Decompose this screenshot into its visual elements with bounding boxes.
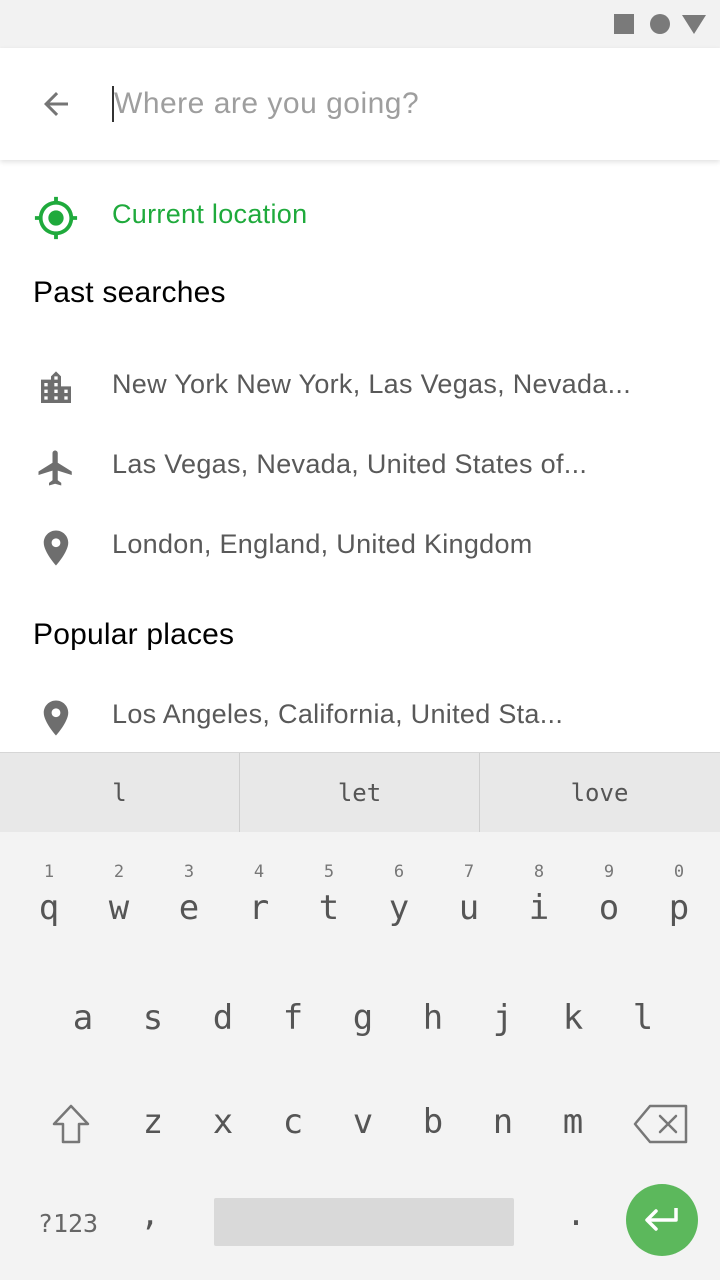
key-b[interactable]: b bbox=[398, 1082, 468, 1162]
past-search-label: New York New York, Las Vegas, Nevada... bbox=[112, 369, 632, 399]
suggestions-list: Current location Past searches New York … bbox=[0, 160, 720, 752]
key-char: y bbox=[388, 888, 410, 928]
symbols-key[interactable]: ?123 bbox=[20, 1194, 116, 1254]
key-z[interactable]: z bbox=[118, 1082, 188, 1162]
popular-places-heading: Popular places bbox=[33, 618, 235, 651]
home-icon bbox=[650, 14, 670, 34]
key-char: e bbox=[178, 888, 200, 928]
my-location-icon bbox=[32, 194, 80, 242]
key-t[interactable]: 5t bbox=[294, 832, 364, 928]
key-r[interactable]: 4r bbox=[224, 832, 294, 928]
key-hint: 9 bbox=[603, 862, 615, 882]
status-bar bbox=[0, 0, 720, 48]
key-q[interactable]: 1q bbox=[14, 832, 84, 928]
key-hint: 6 bbox=[393, 862, 405, 882]
city-icon bbox=[32, 364, 80, 412]
enter-arrow-icon bbox=[645, 1208, 678, 1231]
key-s[interactable]: s bbox=[118, 978, 188, 1058]
search-input[interactable] bbox=[110, 76, 674, 132]
popular-place-label: Los Angeles, California, United Sta... bbox=[112, 699, 564, 729]
key-char: p bbox=[668, 888, 690, 928]
search-header bbox=[0, 48, 720, 160]
suggestion-chip[interactable]: love bbox=[480, 753, 719, 833]
key-c[interactable]: c bbox=[258, 1082, 328, 1162]
key-char: u bbox=[458, 888, 480, 928]
airplane-icon bbox=[32, 444, 80, 492]
key-char: q bbox=[38, 888, 60, 928]
key-char: r bbox=[248, 888, 270, 928]
key-y[interactable]: 6y bbox=[364, 832, 434, 928]
current-location-row[interactable]: Current location bbox=[0, 174, 720, 254]
text-cursor bbox=[112, 86, 114, 122]
key-g[interactable]: g bbox=[328, 978, 398, 1058]
key-n[interactable]: n bbox=[468, 1082, 538, 1162]
key-j[interactable]: j bbox=[468, 978, 538, 1058]
backspace-icon bbox=[633, 1104, 688, 1144]
popular-place-item[interactable]: Los Angeles, California, United Sta... bbox=[0, 674, 720, 752]
location-pin-icon bbox=[32, 694, 80, 742]
backspace-key[interactable] bbox=[626, 1094, 696, 1154]
key-o[interactable]: 9o bbox=[574, 832, 644, 928]
key-e[interactable]: 3e bbox=[154, 832, 224, 928]
key-i[interactable]: 8i bbox=[504, 832, 574, 928]
shift-key[interactable] bbox=[36, 1094, 106, 1154]
key-f[interactable]: f bbox=[258, 978, 328, 1058]
key-v[interactable]: v bbox=[328, 1082, 398, 1162]
recents-icon bbox=[614, 14, 634, 34]
soft-keyboard: 1q 2w 3e 4r 5t 6y 7u 8i 9o 0p a s d f g … bbox=[0, 832, 720, 1280]
past-search-item[interactable]: Las Vegas, Nevada, United States of... bbox=[0, 424, 720, 504]
past-search-item[interactable]: London, England, United Kingdom bbox=[0, 504, 720, 584]
key-a[interactable]: a bbox=[48, 978, 118, 1058]
key-m[interactable]: m bbox=[538, 1082, 608, 1162]
key-hint: 8 bbox=[533, 862, 545, 882]
key-d[interactable]: d bbox=[188, 978, 258, 1058]
past-searches-heading: Past searches bbox=[33, 276, 226, 309]
suggestion-chip[interactable]: let bbox=[240, 753, 479, 833]
key-hint: 0 bbox=[673, 862, 685, 882]
key-char: o bbox=[598, 888, 620, 928]
comma-key[interactable]: , bbox=[120, 1184, 180, 1244]
key-hint: 4 bbox=[253, 862, 265, 882]
arrow-left-icon bbox=[44, 92, 68, 116]
space-bar[interactable] bbox=[214, 1198, 514, 1246]
location-pin-icon bbox=[32, 524, 80, 572]
suggestion-chip[interactable]: l bbox=[0, 753, 239, 833]
key-char: w bbox=[108, 888, 130, 928]
shift-arrow-icon bbox=[52, 1104, 90, 1144]
past-search-item[interactable]: New York New York, Las Vegas, Nevada... bbox=[0, 344, 720, 424]
key-hint: 3 bbox=[183, 862, 195, 882]
key-hint: 1 bbox=[43, 862, 55, 882]
current-location-label: Current location bbox=[112, 199, 308, 229]
key-hint: 5 bbox=[323, 862, 335, 882]
key-hint: 7 bbox=[463, 862, 475, 882]
key-x[interactable]: x bbox=[188, 1082, 258, 1162]
key-char: i bbox=[528, 888, 550, 928]
period-key[interactable]: . bbox=[546, 1184, 606, 1244]
key-p[interactable]: 0p bbox=[644, 832, 714, 928]
key-u[interactable]: 7u bbox=[434, 832, 504, 928]
key-k[interactable]: k bbox=[538, 978, 608, 1058]
key-l[interactable]: l bbox=[608, 978, 678, 1058]
key-w[interactable]: 2w bbox=[84, 832, 154, 928]
key-h[interactable]: h bbox=[398, 978, 468, 1058]
past-search-label: London, England, United Kingdom bbox=[112, 529, 533, 559]
key-char: t bbox=[318, 888, 340, 928]
back-button[interactable] bbox=[28, 76, 84, 132]
keyboard-suggestion-strip: l let love bbox=[0, 752, 720, 833]
back-triangle-icon bbox=[682, 15, 706, 34]
key-hint: 2 bbox=[113, 862, 125, 882]
past-search-label: Las Vegas, Nevada, United States of... bbox=[112, 449, 588, 479]
enter-key[interactable] bbox=[626, 1184, 698, 1256]
